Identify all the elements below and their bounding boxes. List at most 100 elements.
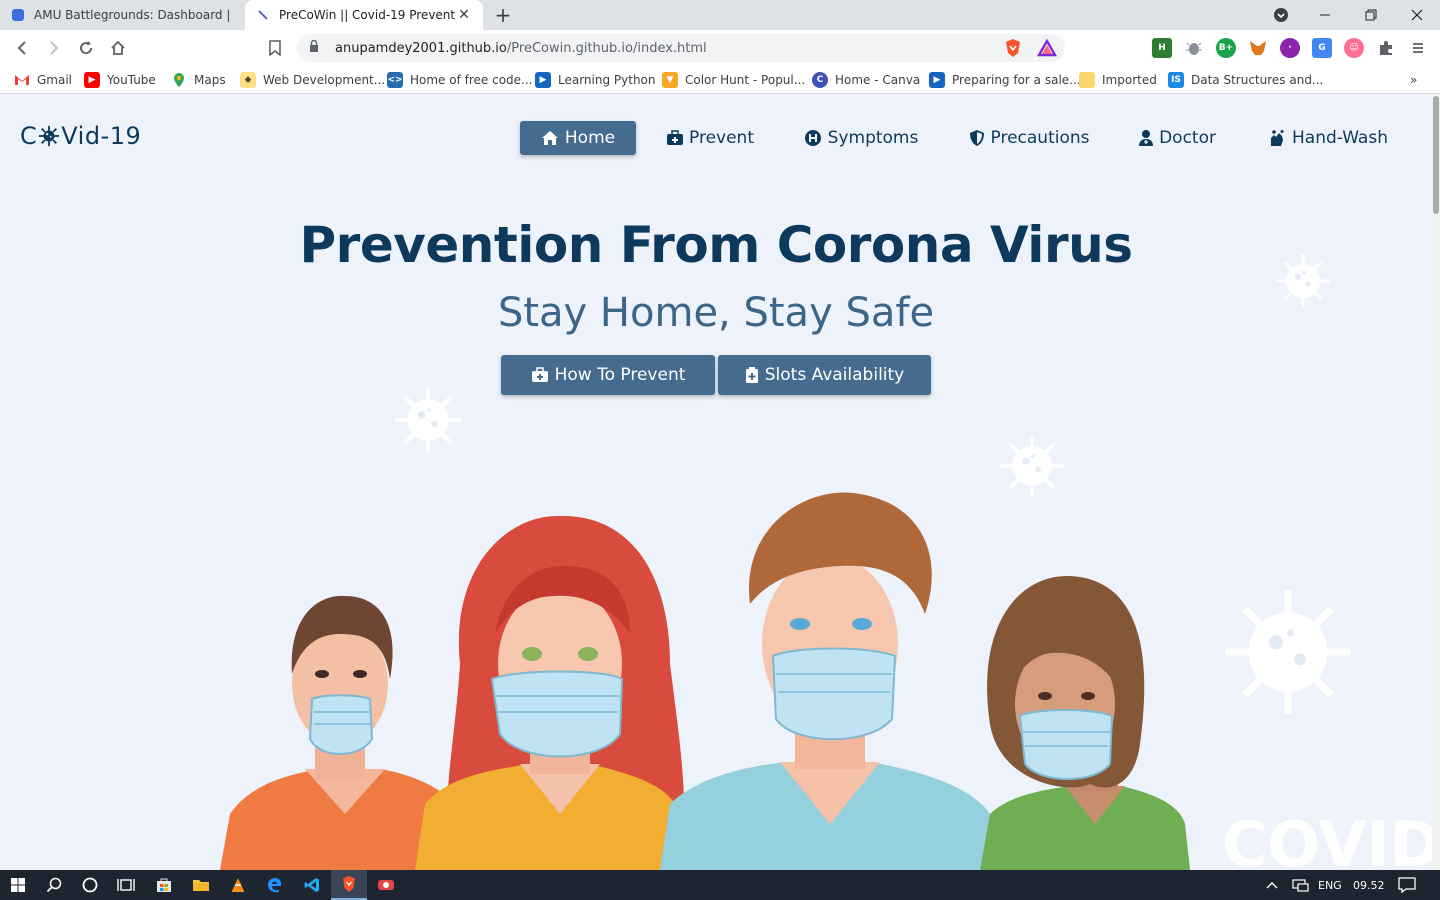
bookmark-label: Data Structures and... [1191, 73, 1324, 87]
tab-favicon-icon [255, 7, 271, 23]
virus-decor-icon [1225, 589, 1351, 715]
bookmark-label: Color Hunt - Popul... [685, 73, 806, 87]
restore-window-icon[interactable] [1348, 0, 1394, 30]
browser-tab-precowin[interactable]: PreCoWin || Covid-19 Prevention ✕ [245, 0, 483, 30]
codeium-extension-icon[interactable]: · [1280, 38, 1300, 58]
hero-title: Prevention From Corona Virus [299, 216, 1133, 274]
bookmark-label: YouTube [107, 73, 156, 87]
edge-icon[interactable] [257, 870, 293, 900]
scrollbar-thumb[interactable] [1433, 96, 1439, 214]
extensions-puzzle-icon[interactable] [1376, 38, 1396, 58]
logo-text-left: C [20, 122, 38, 150]
brave-taskbar-icon[interactable] [331, 870, 367, 900]
home-browser-icon[interactable] [106, 36, 130, 60]
store-icon[interactable] [146, 870, 182, 900]
tab-title: PreCoWin || Covid-19 Prevention [279, 8, 455, 22]
bookmark-preparing-sale[interactable]: ▶ Preparing for a sale... [929, 71, 1081, 89]
bookmark-learning-python[interactable]: ▶ Learning Python [535, 71, 656, 89]
windows-start-icon[interactable] [0, 870, 36, 900]
home-icon [541, 131, 558, 145]
bookmark-web-development[interactable]: ⬥ Web Development... [240, 71, 385, 89]
web-page: C Vid-19 Home Prevent Symptoms Precautio… [0, 94, 1432, 870]
hands-wash-icon [1271, 130, 1284, 146]
bookmark-imported-folder[interactable]: Imported [1079, 71, 1157, 89]
bookmark-canva[interactable]: C Home - Canva [812, 71, 920, 89]
nav-symptoms[interactable]: Symptoms [788, 121, 934, 155]
person-woman-green [980, 575, 1190, 870]
forward-icon[interactable] [42, 36, 66, 60]
tab-search-icon[interactable] [1258, 0, 1304, 30]
nav-label: Home [564, 128, 616, 148]
new-tab-button[interactable]: + [492, 4, 514, 26]
how-to-prevent-button[interactable]: How To Prevent [501, 355, 715, 395]
cortana-icon[interactable] [72, 870, 108, 900]
network-icon[interactable] [1292, 870, 1310, 900]
translate-extension-icon[interactable]: G [1312, 38, 1332, 58]
language-indicator[interactable]: ENG [1318, 870, 1342, 900]
bookmark-free-code[interactable]: <> Home of free code... [387, 71, 533, 89]
bookmark-star-icon[interactable] [263, 36, 287, 60]
show-hidden-icons-icon[interactable] [1266, 870, 1278, 900]
video-icon: ▶ [929, 72, 945, 88]
browser-toolbar: anupamdey2001.github.io/PreCowin.github.… [0, 30, 1440, 66]
bookmarks-bar: Gmail ▶ YouTube Maps ⬥ Web Development..… [0, 66, 1440, 94]
person-man-teal [660, 492, 1000, 870]
clipboard-plus-icon [745, 367, 758, 383]
bookmark-maps[interactable]: Maps [171, 71, 226, 89]
browser-tab-strip: AMU Battlegrounds: Dashboard | Devf PreC… [0, 0, 1440, 30]
url-path: /PreCowin.github.io/index.html [506, 40, 707, 56]
search-icon[interactable] [36, 870, 72, 900]
tab-favicon-icon [10, 7, 26, 23]
nav-label: Hand-Wash [1292, 128, 1388, 148]
task-view-icon[interactable] [108, 870, 144, 900]
slots-availability-button[interactable]: Slots Availability [718, 355, 931, 395]
address-bar[interactable]: anupamdey2001.github.io/PreCowin.github.… [297, 34, 1065, 62]
record-app-icon[interactable] [368, 870, 404, 900]
grammarly-extension-icon[interactable]: B+ [1216, 38, 1236, 58]
browser-menu-icon[interactable] [1408, 38, 1428, 58]
close-tab-icon[interactable]: ✕ [455, 7, 473, 23]
minimize-window-icon[interactable] [1302, 0, 1348, 30]
close-window-icon[interactable] [1394, 0, 1440, 30]
html-extension-icon[interactable]: H [1152, 38, 1172, 58]
windows-taskbar: ENG 09.52 [0, 870, 1440, 900]
logo-text-right: Vid-19 [61, 122, 142, 150]
hero-subtitle: Stay Home, Stay Safe [497, 290, 935, 336]
bookmark-label: Web Development... [263, 73, 386, 87]
site-logo[interactable]: C Vid-19 [20, 122, 141, 150]
bookmark-data-structures[interactable]: IS Data Structures and... [1168, 71, 1323, 89]
nav-label: Precautions [990, 128, 1090, 148]
url-host: anupamdey2001.github.io [335, 40, 507, 56]
nav-prevent[interactable]: Prevent [652, 121, 768, 155]
brave-rewards-icon[interactable] [1035, 36, 1059, 60]
hospital-sign-icon [804, 130, 821, 146]
metamask-extension-icon[interactable] [1248, 38, 1268, 58]
bug-extension-icon[interactable] [1184, 38, 1204, 58]
clock-time[interactable]: 09.52 [1353, 870, 1385, 900]
nav-hand-wash[interactable]: Hand-Wash [1250, 121, 1406, 155]
vscode-icon[interactable] [294, 870, 330, 900]
nav-label: Prevent [689, 128, 754, 148]
back-icon[interactable] [10, 36, 34, 60]
avatar-extension-icon[interactable]: ☺ [1344, 38, 1364, 58]
brave-shields-icon[interactable] [1001, 36, 1025, 60]
more-bookmarks-icon[interactable]: » [1410, 71, 1417, 89]
bookmark-label: Preparing for a sale... [952, 73, 1081, 87]
file-explorer-icon[interactable] [183, 870, 219, 900]
nav-home[interactable]: Home [520, 121, 636, 155]
browser-tab-amu[interactable]: AMU Battlegrounds: Dashboard | Devf [0, 0, 243, 30]
virus-logo-icon [39, 125, 60, 147]
bookmark-youtube[interactable]: ▶ YouTube [84, 71, 156, 89]
canva-icon: C [812, 72, 828, 88]
bookmark-gmail[interactable]: Gmail [14, 71, 72, 89]
bookmark-label: Imported [1102, 73, 1157, 87]
nav-precautions[interactable]: Precautions [954, 121, 1104, 155]
bookmark-color-hunt[interactable]: ▼ Color Hunt - Popul... [662, 71, 805, 89]
page-scrollbar[interactable] [1432, 94, 1440, 870]
nav-doctor[interactable]: Doctor [1124, 121, 1230, 155]
maps-icon [171, 72, 187, 88]
reload-icon[interactable] [74, 36, 98, 60]
vlc-icon[interactable] [220, 870, 256, 900]
nav-label: Doctor [1159, 128, 1216, 148]
notifications-icon[interactable] [1398, 870, 1416, 900]
